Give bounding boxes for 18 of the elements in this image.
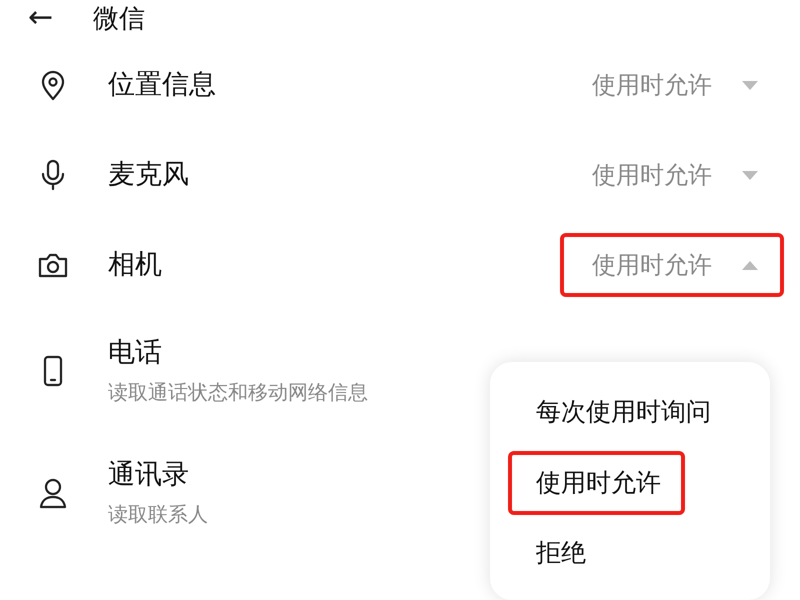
permission-dropdown[interactable]: 使用时允许	[560, 53, 784, 117]
menu-option[interactable]: 使用时允许	[508, 450, 685, 515]
permission-label: 位置信息	[108, 68, 216, 102]
caret-icon	[742, 80, 758, 90]
back-button[interactable]: ←	[28, 3, 54, 33]
caret-icon	[742, 260, 758, 270]
caret-icon	[742, 170, 758, 180]
menu-option[interactable]: 拒绝	[508, 521, 610, 586]
permission-label: 相机	[108, 248, 162, 282]
permission-label: 麦克风	[108, 158, 189, 192]
screen-title: 微信	[93, 3, 146, 35]
menu-option[interactable]: 每次使用时询问	[508, 380, 735, 444]
permission-dropdown[interactable]: 使用时允许	[560, 233, 784, 297]
permission-label: 通讯录	[108, 458, 189, 492]
permission-description: 读取通话状态和移动网络信息	[108, 379, 368, 406]
permission-dropdown[interactable]: 使用时允许	[560, 143, 784, 207]
permission-description: 读取联系人	[108, 501, 208, 528]
permission-label: 电话	[108, 336, 162, 370]
